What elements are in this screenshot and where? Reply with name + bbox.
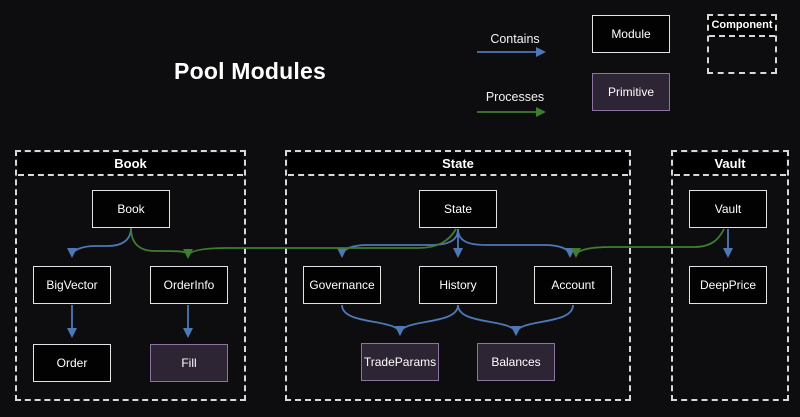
legend-component-label: Component (709, 16, 775, 37)
node-orderinfo-label: OrderInfo (164, 278, 215, 292)
container-state-header: State (288, 153, 628, 176)
node-deepprice-label: DeepPrice (700, 278, 756, 292)
node-balances-label: Balances (491, 355, 540, 369)
node-tradeparams-label: TradeParams (364, 355, 436, 369)
node-book: Book (92, 190, 170, 228)
node-bigvector: BigVector (33, 266, 111, 304)
node-fill: Fill (150, 344, 228, 382)
node-tradeparams: TradeParams (361, 343, 439, 381)
node-balances: Balances (477, 343, 555, 381)
legend-component-box: Component (707, 14, 777, 74)
legend-module-label: Module (611, 27, 650, 41)
node-governance-label: Governance (309, 278, 374, 292)
node-vault: Vault (689, 190, 767, 228)
legend-primitive-box: Primitive (592, 73, 670, 111)
legend-contains-label: Contains (460, 32, 570, 46)
container-book-header: Book (18, 153, 243, 176)
node-history-label: History (439, 278, 476, 292)
node-history: History (419, 266, 497, 304)
node-orderinfo: OrderInfo (150, 266, 228, 304)
legend-primitive-label: Primitive (608, 85, 654, 99)
node-bigvector-label: BigVector (46, 278, 97, 292)
node-governance: Governance (303, 266, 381, 304)
node-deepprice: DeepPrice (689, 266, 767, 304)
node-account: Account (534, 266, 612, 304)
node-state-label: State (444, 202, 472, 216)
diagram-canvas: Pool Modules Contains Processes Module P… (0, 0, 800, 417)
legend-processes-label: Processes (460, 90, 570, 104)
node-order-label: Order (57, 356, 88, 370)
container-vault-header: Vault (674, 153, 786, 176)
node-book-label: Book (117, 202, 144, 216)
node-order: Order (33, 344, 111, 382)
page-title: Pool Modules (160, 58, 340, 86)
node-account-label: Account (551, 278, 594, 292)
node-fill-label: Fill (181, 356, 196, 370)
legend-module-box: Module (592, 15, 670, 53)
node-vault-label: Vault (715, 202, 741, 216)
node-state: State (419, 190, 497, 228)
